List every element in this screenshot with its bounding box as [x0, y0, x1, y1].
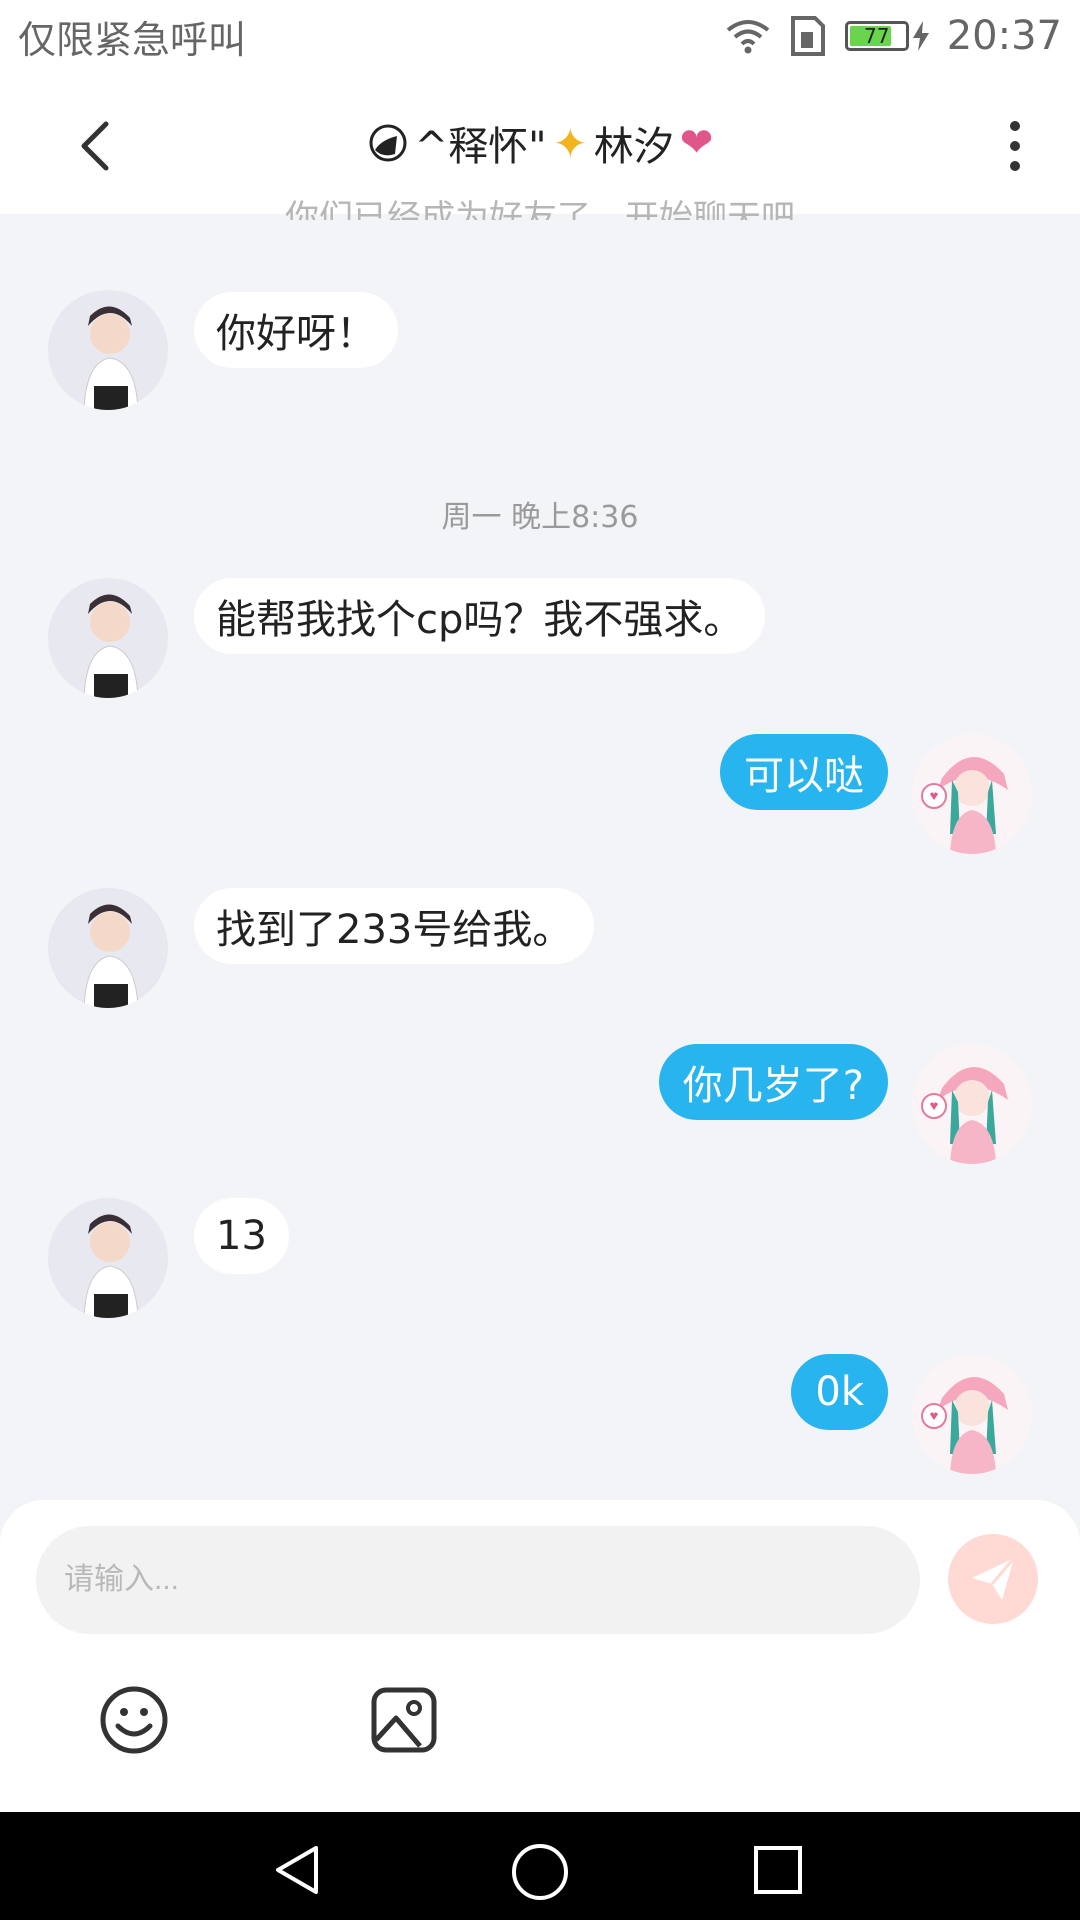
contact-avatar[interactable] — [48, 1198, 168, 1318]
message-bubble[interactable]: 能帮我找个cp吗？我不强求。 — [194, 578, 766, 654]
status-icons: 77 20:37 — [725, 13, 1062, 59]
image-icon[interactable] — [368, 1684, 440, 1756]
contact-avatar[interactable] — [48, 290, 168, 410]
system-nav-bar — [0, 1812, 1080, 1920]
contact-avatar[interactable] — [48, 888, 168, 1008]
nav-back-icon[interactable] — [270, 1842, 326, 1898]
chat-title: ^释怀" ✦ 林汐 ❤ — [367, 114, 714, 172]
message-bubble[interactable]: 你好呀！ — [194, 292, 398, 368]
wifi-icon — [726, 20, 769, 54]
my-avatar[interactable] — [912, 734, 1032, 854]
message-bubble[interactable]: 0k — [791, 1354, 888, 1430]
message-bubble[interactable]: 找到了233号给我。 — [194, 888, 595, 964]
message-timestamp: 周一 晚上8:36 — [441, 500, 639, 535]
clock: 20:37 — [946, 13, 1062, 59]
input-panel — [0, 1500, 1080, 1812]
message-bubble[interactable]: 可以哒 — [720, 734, 888, 810]
battery-icon: 77 — [844, 21, 909, 51]
contact-avatar[interactable] — [48, 578, 168, 698]
nav-home-icon[interactable] — [510, 1842, 570, 1902]
emoji-icon[interactable] — [98, 1684, 170, 1756]
message-bubble[interactable]: 你几岁了? — [658, 1044, 888, 1120]
partial-system-text: 你们已经成为好友了，开始聊天吧 — [285, 198, 795, 220]
back-icon[interactable] — [70, 116, 130, 176]
message-list[interactable]: 你们已经成为好友了，开始聊天吧 你好呀！ 周一 晚上8:36 能帮我找个cp吗？… — [0, 198, 1080, 1500]
sparkle-icon: ✦ — [552, 118, 588, 168]
send-icon — [972, 1557, 1016, 1600]
title-emblem-icon — [369, 124, 407, 162]
sim-icon — [790, 16, 825, 56]
message-input[interactable] — [36, 1526, 920, 1634]
send-button[interactable] — [948, 1534, 1038, 1624]
hearts-icon: ❤ — [679, 120, 714, 166]
title-part1: ^释怀" — [414, 124, 547, 170]
nav-recents-icon[interactable] — [752, 1844, 804, 1896]
status-bar: 仅限紧急呼叫 77 20:37 — [0, 0, 1080, 72]
my-avatar[interactable] — [912, 1044, 1032, 1164]
battery-percent: 77 — [863, 24, 890, 48]
more-icon[interactable] — [990, 116, 1040, 176]
message-bubble[interactable]: 13 — [194, 1198, 289, 1274]
carrier-text: 仅限紧急呼叫 — [18, 17, 247, 62]
my-avatar[interactable] — [912, 1354, 1032, 1474]
title-part2: 林汐 — [593, 124, 674, 170]
charging-icon — [912, 21, 929, 51]
